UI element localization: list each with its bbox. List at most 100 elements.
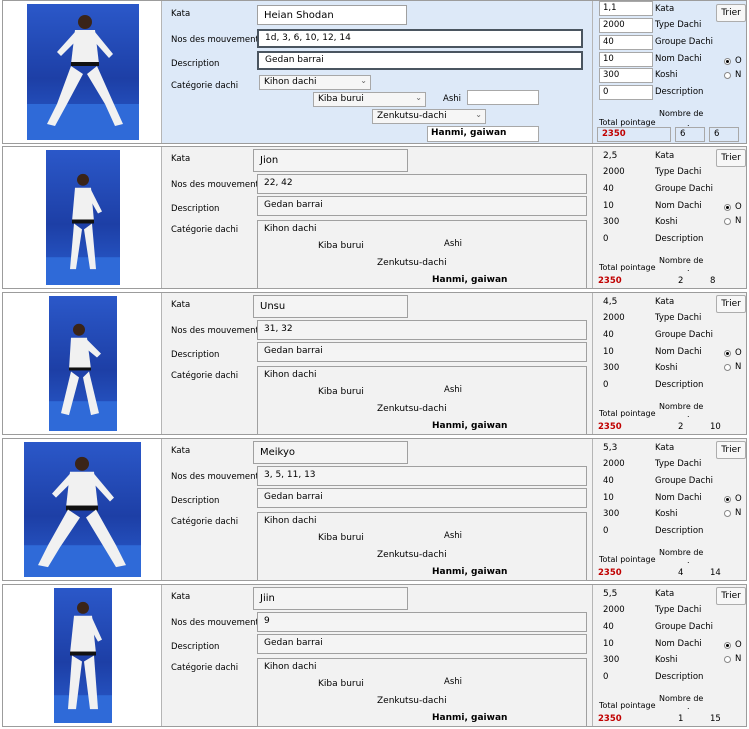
radio-n[interactable] [724, 218, 731, 225]
groupe-dachi-value: 40 [603, 622, 614, 632]
sort-button[interactable]: Trier [716, 441, 746, 459]
photo-cell [3, 147, 162, 288]
total-pointage-value: 2350 [598, 276, 622, 286]
hanmi-input[interactable]: Hanmi, gaiwan [427, 126, 539, 142]
side-kata-value: 5,5 [603, 589, 618, 599]
zenkutsu-value: Zenkutsu-dachi [377, 550, 447, 560]
groupe-dachi-label: Groupe Dachi [655, 622, 713, 632]
description-label: Description [171, 350, 220, 360]
radio-o[interactable] [724, 642, 731, 649]
moves-field[interactable]: 1d, 3, 6, 10, 12, 14 [257, 29, 583, 48]
radio-n[interactable] [724, 656, 731, 663]
chevron-down-icon: ⌄ [475, 110, 482, 119]
nom-dachi-label: Nom Dachi [655, 493, 702, 503]
type-dachi-label: Type Dachi [655, 167, 702, 177]
description-value-label: Description [655, 672, 704, 682]
description-field[interactable]: Gedan barrai [257, 634, 587, 654]
side-kata-input[interactable]: 1,1 [599, 1, 653, 16]
koshi-input[interactable]: 300 [599, 68, 653, 83]
sort-button[interactable]: Trier [716, 587, 746, 605]
groupe-dachi-input[interactable]: 40 [599, 35, 653, 50]
type-dachi-label: Type Dachi [655, 313, 702, 323]
kata-field[interactable]: Jion [253, 149, 408, 172]
description-field[interactable]: Gedan barrai [257, 51, 583, 70]
kiba-value: Kiba burui [318, 241, 364, 251]
radio-n-label: N [735, 654, 742, 664]
type-dachi-value: 2000 [603, 459, 625, 469]
sort-button[interactable]: Trier [716, 295, 746, 313]
nom-dachi-value: 10 [603, 639, 614, 649]
sort-button[interactable]: Trier [716, 149, 746, 167]
count-b-value: 10 [710, 422, 721, 432]
category-area: Kihon dachi Kiba burui Ashi Zenkutsu-dac… [257, 366, 587, 435]
koshi-label: Koshi [655, 217, 678, 227]
nombre-dot: . [687, 410, 690, 419]
ashi-input[interactable] [467, 90, 539, 105]
kiba-select-value: Kiba burui [318, 94, 364, 104]
type-dachi-value: 2000 [603, 167, 625, 177]
type-dachi-input[interactable]: 2000 [599, 18, 653, 33]
radio-o[interactable] [724, 58, 731, 65]
radio-o[interactable] [724, 496, 731, 503]
radio-n[interactable] [724, 72, 731, 79]
karateka-figure [24, 456, 141, 577]
radio-o[interactable] [724, 350, 731, 357]
karateka-figure [46, 173, 120, 285]
kiba-select[interactable]: Kiba burui ⌄ [313, 92, 426, 107]
groupe-dachi-label: Groupe Dachi [655, 476, 713, 486]
description-value: 0 [603, 526, 609, 536]
side-kata-label: Kata [655, 589, 675, 599]
groupe-dachi-value: 40 [603, 476, 614, 486]
karateka-figure [49, 323, 117, 431]
nom-dachi-input[interactable]: 10 [599, 52, 653, 67]
groupe-dachi-value: 40 [603, 330, 614, 340]
moves-label: Nos des mouvements [171, 35, 264, 45]
moves-field[interactable]: 9 [257, 612, 587, 632]
sort-button[interactable]: Trier [716, 4, 746, 22]
nom-dachi-label: Nom Dachi [655, 54, 702, 64]
moves-field[interactable]: 31, 32 [257, 320, 587, 340]
radio-o[interactable] [724, 204, 731, 211]
description-field[interactable]: Gedan barrai [257, 488, 587, 508]
kata-field[interactable]: Unsu [253, 295, 408, 318]
kata-field[interactable]: Heian Shodan [257, 5, 407, 25]
description-field[interactable]: Gedan barrai [257, 196, 587, 216]
hanmi-value: Hanmi, gaiwan [432, 421, 508, 431]
kata-label: Kata [171, 592, 191, 602]
kihon-select-value: Kihon dachi [264, 77, 317, 87]
total-pointage-value: 2350 [598, 714, 622, 724]
count-a-value: 2 [678, 422, 684, 432]
description-label: Description [171, 496, 220, 506]
side-cell: 2,5 Kata 2000 Type Dachi 40 Groupe Dachi… [592, 147, 746, 288]
ashi-label: Ashi [444, 677, 462, 687]
photo-cell [3, 585, 162, 726]
side-cell: 4,5 Kata 2000 Type Dachi 40 Groupe Dachi… [592, 293, 746, 434]
radio-o-label: O [735, 640, 742, 650]
moves-field[interactable]: 22, 42 [257, 174, 587, 194]
type-dachi-label: Type Dachi [655, 20, 702, 30]
category-label: Catégorie dachi [171, 225, 239, 235]
koshi-value: 300 [603, 217, 620, 227]
zenkutsu-select[interactable]: Zenkutsu-dachi ⌄ [372, 109, 486, 124]
form-cell: Kata Jion Nos des mouvements 22, 42 Desc… [161, 147, 593, 289]
total-pointage-value: 2350 [598, 422, 622, 432]
count-a-value: 1 [678, 714, 684, 724]
zenkutsu-value: Zenkutsu-dachi [377, 696, 447, 706]
moves-label: Nos des mouvements [171, 472, 264, 482]
description-field[interactable]: Gedan barrai [257, 342, 587, 362]
description-value-input[interactable]: 0 [599, 85, 653, 100]
record-row: Kata Unsu Nos des mouvements 31, 32 Desc… [2, 292, 747, 435]
kata-label: Kata [171, 9, 191, 19]
ashi-label: Ashi [444, 385, 462, 395]
side-kata-label: Kata [655, 297, 675, 307]
description-value-label: Description [655, 526, 704, 536]
kata-field[interactable]: Meikyo [253, 441, 408, 464]
kata-field[interactable]: Jiin [253, 587, 408, 610]
nombre-dot: . [687, 264, 690, 273]
kihon-select[interactable]: Kihon dachi ⌄ [259, 75, 371, 90]
moves-label: Nos des mouvements [171, 326, 264, 336]
nombre-de-label: Nombre de [659, 256, 704, 265]
moves-field[interactable]: 3, 5, 11, 13 [257, 466, 587, 486]
radio-n[interactable] [724, 510, 731, 517]
radio-n[interactable] [724, 364, 731, 371]
